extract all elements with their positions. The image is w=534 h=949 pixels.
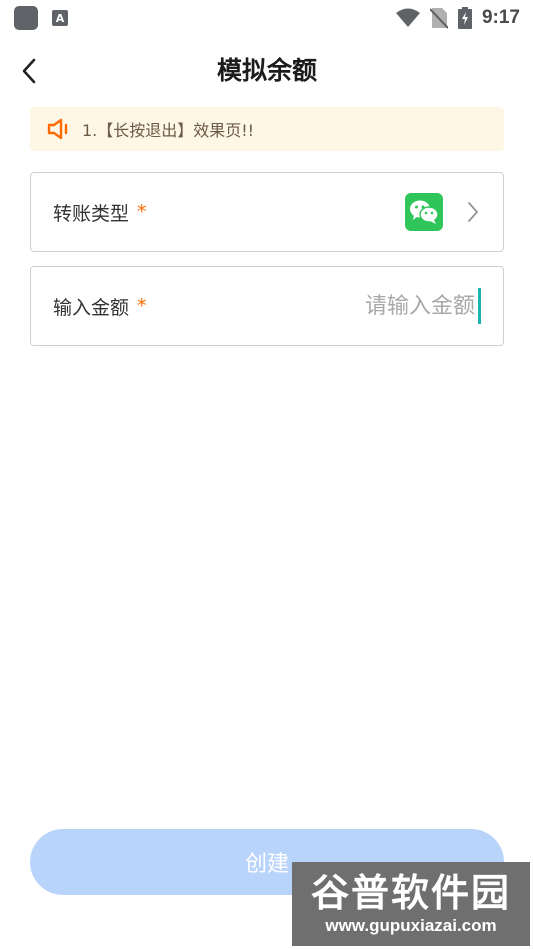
status-time: 9:17: [481, 7, 520, 28]
watermark-url: www.gupuxiazai.com: [325, 916, 497, 935]
battery-charging-icon: [457, 7, 472, 29]
speaker-icon: [47, 118, 68, 140]
watermark-title: 谷普软件园: [310, 871, 511, 915]
page-title: 模拟余额: [216, 56, 317, 85]
status-bar-right: 9:17: [395, 7, 520, 29]
watermark: 谷普软件园 www.gupuxiazai.com: [292, 862, 530, 946]
wechat-icon: [405, 193, 443, 231]
amount-input[interactable]: [273, 292, 477, 320]
app-notification-icon: [14, 6, 38, 30]
text-caret: [478, 288, 481, 324]
notice-text: 1.【长按退出】效果页!!: [82, 121, 255, 140]
status-bar-left: A: [14, 6, 68, 30]
status-bar: A 9:17: [0, 0, 534, 36]
transfer-type-label: 转账类型: [53, 202, 130, 225]
chevron-right-icon: [465, 200, 481, 224]
nav-header: 模拟余额: [0, 44, 534, 98]
amount-label: 输入金额: [53, 296, 130, 319]
wifi-icon: [395, 8, 420, 27]
notice-bar: 1.【长按退出】效果页!!: [30, 107, 504, 151]
amount-field: 输入金额 *: [30, 266, 504, 346]
required-mark: *: [137, 201, 147, 223]
required-mark: *: [137, 295, 147, 317]
no-sim-icon: [429, 8, 448, 29]
accessibility-a-icon: A: [52, 10, 68, 26]
transfer-type-field[interactable]: 转账类型 *: [30, 172, 504, 252]
